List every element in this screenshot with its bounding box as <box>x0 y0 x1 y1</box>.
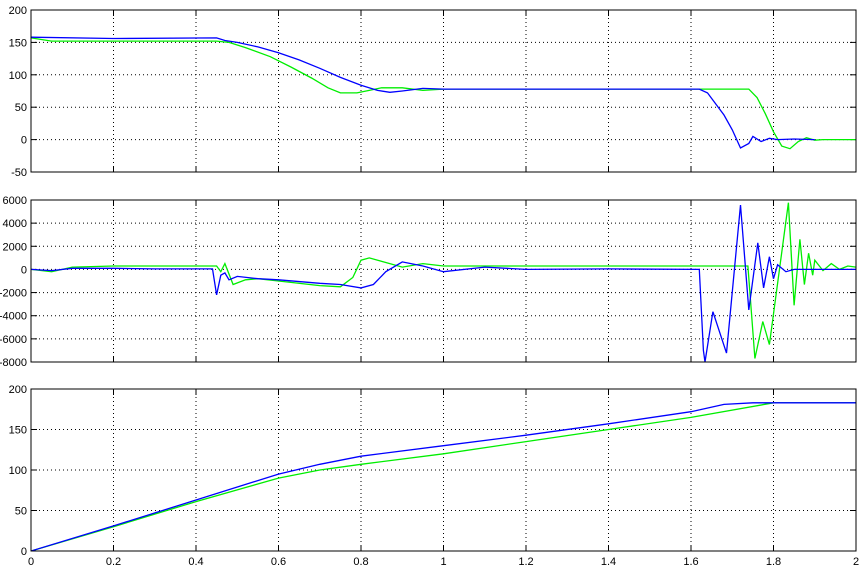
x-tick-label: 0.6 <box>271 556 286 568</box>
y-tick-label: -8000 <box>0 357 27 369</box>
x-tick-label: 1.8 <box>766 556 781 568</box>
y-tick-label: 4000 <box>3 218 27 230</box>
y-tick-label: -50 <box>11 167 27 179</box>
x-tick-label: 1 <box>440 556 446 568</box>
y-tick-label: -2000 <box>0 288 27 300</box>
subplot-3: 0 0.2 0.4 0.6 0.8 1 1.2 1.4 1.6 1.8 2 0 50 100 150 200 <box>9 384 859 568</box>
x-tick-label: 1.6 <box>683 556 698 568</box>
y-tick-label: 150 <box>9 425 27 437</box>
y-tick-label: 200 <box>9 5 27 17</box>
y-tick-label: -4000 <box>0 311 27 323</box>
y-tick-label: 50 <box>15 102 27 114</box>
x-tick-label: 1.2 <box>518 556 533 568</box>
x-tick-label: 1.4 <box>601 556 616 568</box>
subplot-1: -50 0 50 100 150 200 <box>9 5 857 179</box>
y-tick-label: 50 <box>15 506 27 518</box>
x-tick-label: 0.2 <box>106 556 121 568</box>
y-tick-label: -6000 <box>0 334 27 346</box>
y-tick-label: 6000 <box>3 195 27 207</box>
y-tick-label: 0 <box>21 264 27 276</box>
y-tick-label: 200 <box>9 384 27 396</box>
subplot-2: -8000 -6000 -4000 -2000 0 2000 4000 6000 <box>0 195 857 369</box>
y-tick-label: 2000 <box>3 241 27 253</box>
x-tick-label: 2 <box>853 556 859 568</box>
x-tick-label: 0.8 <box>353 556 368 568</box>
y-tick-label: 150 <box>9 37 27 49</box>
y-tick-label: 0 <box>21 546 27 558</box>
scope-figure: -50050100150200-8000-6000-4000-200002000… <box>0 5 859 568</box>
y-tick-label: 0 <box>21 135 27 147</box>
y-tick-label: 100 <box>9 70 27 82</box>
x-tick-label: 0.4 <box>188 556 203 568</box>
x-tick-label: 0 <box>28 556 34 568</box>
y-tick-label: 100 <box>9 465 27 477</box>
